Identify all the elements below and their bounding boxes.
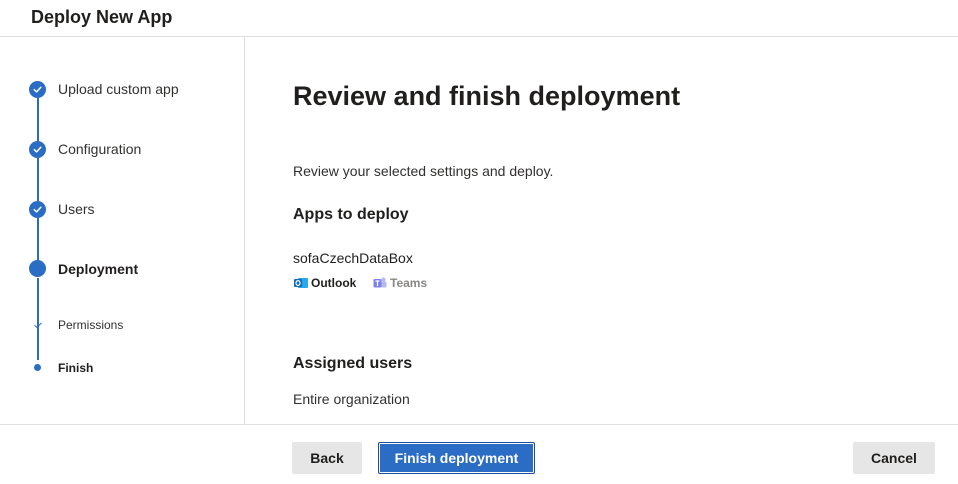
step-connector <box>37 98 39 141</box>
step-complete-icon <box>29 81 46 98</box>
apps-to-deploy-heading: Apps to deploy <box>293 206 409 223</box>
app-name: sofaCzechDataBox <box>293 250 413 266</box>
substep-finish: Finish <box>58 361 94 375</box>
step-complete-icon <box>29 141 46 158</box>
substep-complete-icon <box>34 322 42 329</box>
page-title: Review and finish deployment <box>293 81 681 111</box>
host-teams-label: Teams <box>390 276 428 290</box>
substep-current-dot <box>34 364 41 371</box>
assigned-users-value: Entire organization <box>293 391 410 407</box>
step-upload-custom-app: Upload custom app <box>58 81 179 97</box>
step-configuration: Configuration <box>58 141 142 157</box>
step-connector <box>37 218 39 261</box>
panel-header: Deploy New App <box>0 0 958 37</box>
page-description: Review your selected settings and deploy… <box>293 163 554 179</box>
step-complete-icon <box>29 201 46 218</box>
host-outlook-label: Outlook <box>311 276 357 290</box>
wizard-steps-sidebar: Upload custom app Configuration Users De… <box>0 37 245 424</box>
step-deployment: Deployment <box>58 261 139 277</box>
step-connector <box>37 158 39 201</box>
back-button[interactable]: Back <box>292 442 362 474</box>
panel-title: Deploy New App <box>31 7 173 27</box>
host-outlook: Outlook <box>294 276 356 290</box>
assigned-users-heading: Assigned users <box>293 355 413 372</box>
outlook-icon <box>294 276 308 290</box>
step-current-indicator <box>29 260 46 277</box>
finish-deployment-button[interactable]: Finish deployment <box>378 442 535 474</box>
step-connector <box>37 278 39 360</box>
teams-icon <box>373 276 387 290</box>
cancel-button[interactable]: Cancel <box>853 442 935 474</box>
host-teams: Teams <box>373 276 427 290</box>
step-users: Users <box>58 201 95 217</box>
substep-permissions: Permissions <box>58 318 124 332</box>
